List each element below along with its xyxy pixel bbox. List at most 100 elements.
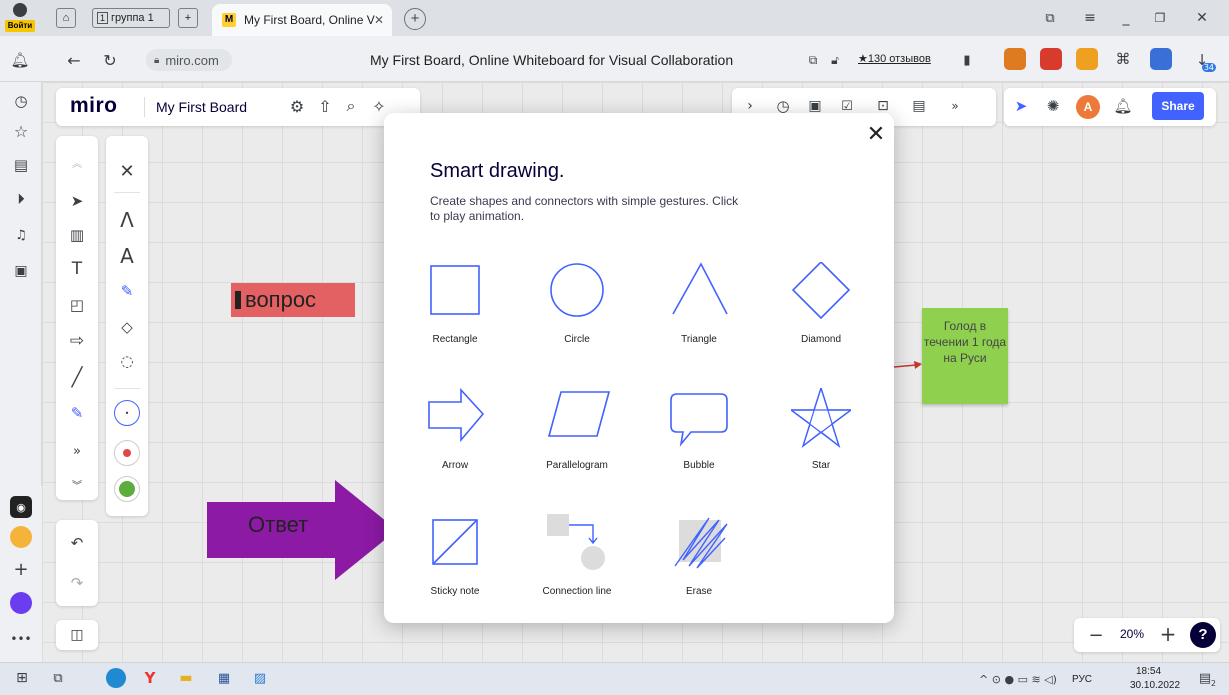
shape-triangle[interactable]: Triangle — [649, 262, 749, 372]
chevron-down-icon[interactable]: » — [944, 95, 966, 117]
extension-4-icon[interactable]: ⌘ — [1112, 48, 1134, 70]
extension-1-icon[interactable] — [1004, 48, 1026, 70]
extension-5-icon[interactable] — [1150, 48, 1172, 70]
extension-3-icon[interactable] — [1076, 48, 1098, 70]
music-icon[interactable]: ♫ — [10, 224, 32, 246]
notes-icon[interactable]: ▤ — [10, 154, 32, 176]
minimize-icon[interactable]: _ — [1116, 8, 1136, 28]
smart-drawing-icon[interactable]: ✎ — [116, 280, 138, 302]
restore-icon[interactable]: ❐ — [1150, 8, 1170, 28]
collapse-icon[interactable]: ︽ — [66, 152, 88, 172]
reload-icon[interactable]: ↻ — [100, 50, 120, 70]
shape-diamond[interactable]: Diamond — [771, 262, 871, 372]
star-icon[interactable]: ☆ — [10, 120, 32, 142]
windows-start-icon[interactable]: ⊞ — [12, 668, 32, 688]
eraser-icon[interactable]: ◇ — [116, 316, 138, 338]
extension-2-icon[interactable] — [1040, 48, 1062, 70]
question-sticker[interactable]: вопрос — [231, 283, 355, 317]
undo-icon[interactable]: ↶ — [66, 532, 88, 554]
camera-app-icon[interactable]: ◉ — [10, 496, 32, 518]
notes-panel-icon[interactable]: ▤ — [908, 95, 930, 117]
new-group-icon[interactable]: + — [178, 8, 198, 28]
close-pen-icon[interactable]: ✕ — [116, 160, 138, 182]
shape-connection-line[interactable]: Connection line — [527, 514, 627, 624]
lock-shield-icon[interactable]: 🔓︎ — [826, 50, 844, 70]
settings-icon[interactable]: ⚙ — [286, 95, 308, 117]
zoom-in-icon[interactable]: + — [1158, 622, 1178, 646]
downloads-icon[interactable]: ↓ 34 — [1188, 48, 1216, 72]
clock-time[interactable]: 18:54 — [1136, 666, 1161, 677]
shape-rectangle[interactable]: Rectangle — [405, 262, 505, 372]
help-button[interactable]: ? — [1190, 622, 1216, 648]
login-button[interactable]: Войти — [4, 2, 36, 34]
modal-close-icon[interactable]: ✕ — [864, 122, 888, 146]
pen-icon[interactable]: ✎ — [66, 402, 88, 424]
menu-icon[interactable]: ≡ — [1080, 8, 1100, 28]
cursor-follow-icon[interactable]: ➤ — [1010, 95, 1032, 117]
colorful-app-icon[interactable] — [10, 526, 32, 548]
celebrate-icon[interactable]: ✺ — [1042, 95, 1064, 117]
word-icon[interactable]: ▦ — [214, 668, 234, 688]
notification-center-icon[interactable]: ▤ 2 — [1194, 668, 1216, 689]
language-indicator[interactable]: РУС — [1072, 674, 1092, 685]
tab-close-icon[interactable]: ✕ — [374, 13, 384, 27]
back-icon[interactable]: ← — [64, 50, 84, 70]
bookmark-icon[interactable]: ▮ — [958, 50, 976, 70]
shape-bubble[interactable]: Bubble — [649, 388, 749, 498]
more-icon[interactable]: ••• — [10, 630, 32, 648]
folder-icon[interactable]: ▬ — [176, 668, 196, 688]
green-sticky-note[interactable]: Голод в течении 1 года на Руси — [922, 308, 1008, 404]
color-green-swatch[interactable] — [114, 476, 140, 502]
play-icon[interactable]: ⏵ — [10, 188, 32, 210]
shape-circle[interactable]: Circle — [527, 262, 627, 372]
home-icon[interactable]: ⌂ — [56, 8, 76, 28]
line-icon[interactable]: ╱ — [66, 366, 88, 388]
add-app-icon[interactable]: + — [10, 558, 32, 580]
lasso-icon[interactable]: ◌ — [116, 350, 138, 372]
share-button[interactable]: Share — [1152, 92, 1204, 120]
clock-date[interactable]: 30.10.2022 — [1130, 680, 1180, 691]
color-red-swatch[interactable] — [114, 440, 140, 466]
magic-icon[interactable]: ✧ — [368, 95, 390, 117]
shape-parallelogram[interactable]: Parallelogram — [527, 388, 627, 498]
connector-line[interactable] — [894, 360, 922, 372]
translate-icon[interactable]: ⧉ — [804, 50, 822, 70]
history-icon[interactable]: ◷ — [10, 90, 32, 112]
system-tray-icons[interactable]: ^ ⊙ ● ▭ ≋ ◁) — [970, 670, 1066, 688]
shape-star[interactable]: Star — [771, 388, 871, 498]
yandex-icon[interactable]: Y — [140, 668, 160, 688]
upload-icon[interactable]: ⇧ — [314, 95, 336, 117]
shapes-icon[interactable]: ⇨ — [66, 330, 88, 352]
photos-icon[interactable]: ▨ — [250, 668, 270, 688]
edge-icon[interactable] — [106, 668, 126, 688]
close-window-icon[interactable]: ✕ — [1192, 8, 1212, 28]
shape-sticky-note[interactable]: Sticky note — [405, 514, 505, 624]
pen-tool-icon[interactable]: Λ — [116, 208, 138, 232]
shape-erase[interactable]: Erase — [649, 514, 749, 624]
zoom-level[interactable]: 20% — [1120, 627, 1144, 641]
sticky-note-icon[interactable]: ◰ — [66, 294, 88, 316]
board-name[interactable]: My First Board — [156, 99, 247, 115]
templates-icon[interactable]: ▥ — [66, 224, 88, 246]
bell-icon[interactable]: 🔔︎ — [10, 50, 30, 70]
select-icon[interactable]: ➤ — [66, 190, 88, 212]
more-tools-icon[interactable]: » — [66, 440, 88, 462]
miro-logo[interactable]: miro — [70, 94, 118, 118]
notifications-icon[interactable]: 🔔︎ — [1112, 95, 1134, 117]
reviews-link[interactable]: ★130 отзывов — [858, 52, 931, 65]
search-icon[interactable]: ⌕ — [340, 95, 362, 117]
screen-icon[interactable]: ▣ — [10, 260, 32, 282]
task-view-icon[interactable]: ⧉ — [48, 668, 68, 688]
alice-icon[interactable] — [10, 592, 32, 614]
new-tab-button[interactable]: + — [404, 8, 426, 30]
avatar[interactable]: A — [1076, 95, 1100, 119]
tab-group[interactable]: 1 группа 1 — [92, 8, 170, 28]
highlighter-icon[interactable]: A — [116, 244, 138, 268]
url-field[interactable]: 🔒︎ miro.com — [146, 49, 232, 71]
thickness-picker[interactable]: • — [114, 400, 140, 426]
collections-icon[interactable]: ⧉ — [1040, 8, 1060, 28]
text-icon[interactable]: T — [66, 258, 88, 280]
zoom-out-icon[interactable]: − — [1086, 624, 1106, 646]
shape-arrow[interactable]: Arrow — [405, 388, 505, 498]
expand-toolbar-icon[interactable]: ︾ — [66, 474, 88, 494]
